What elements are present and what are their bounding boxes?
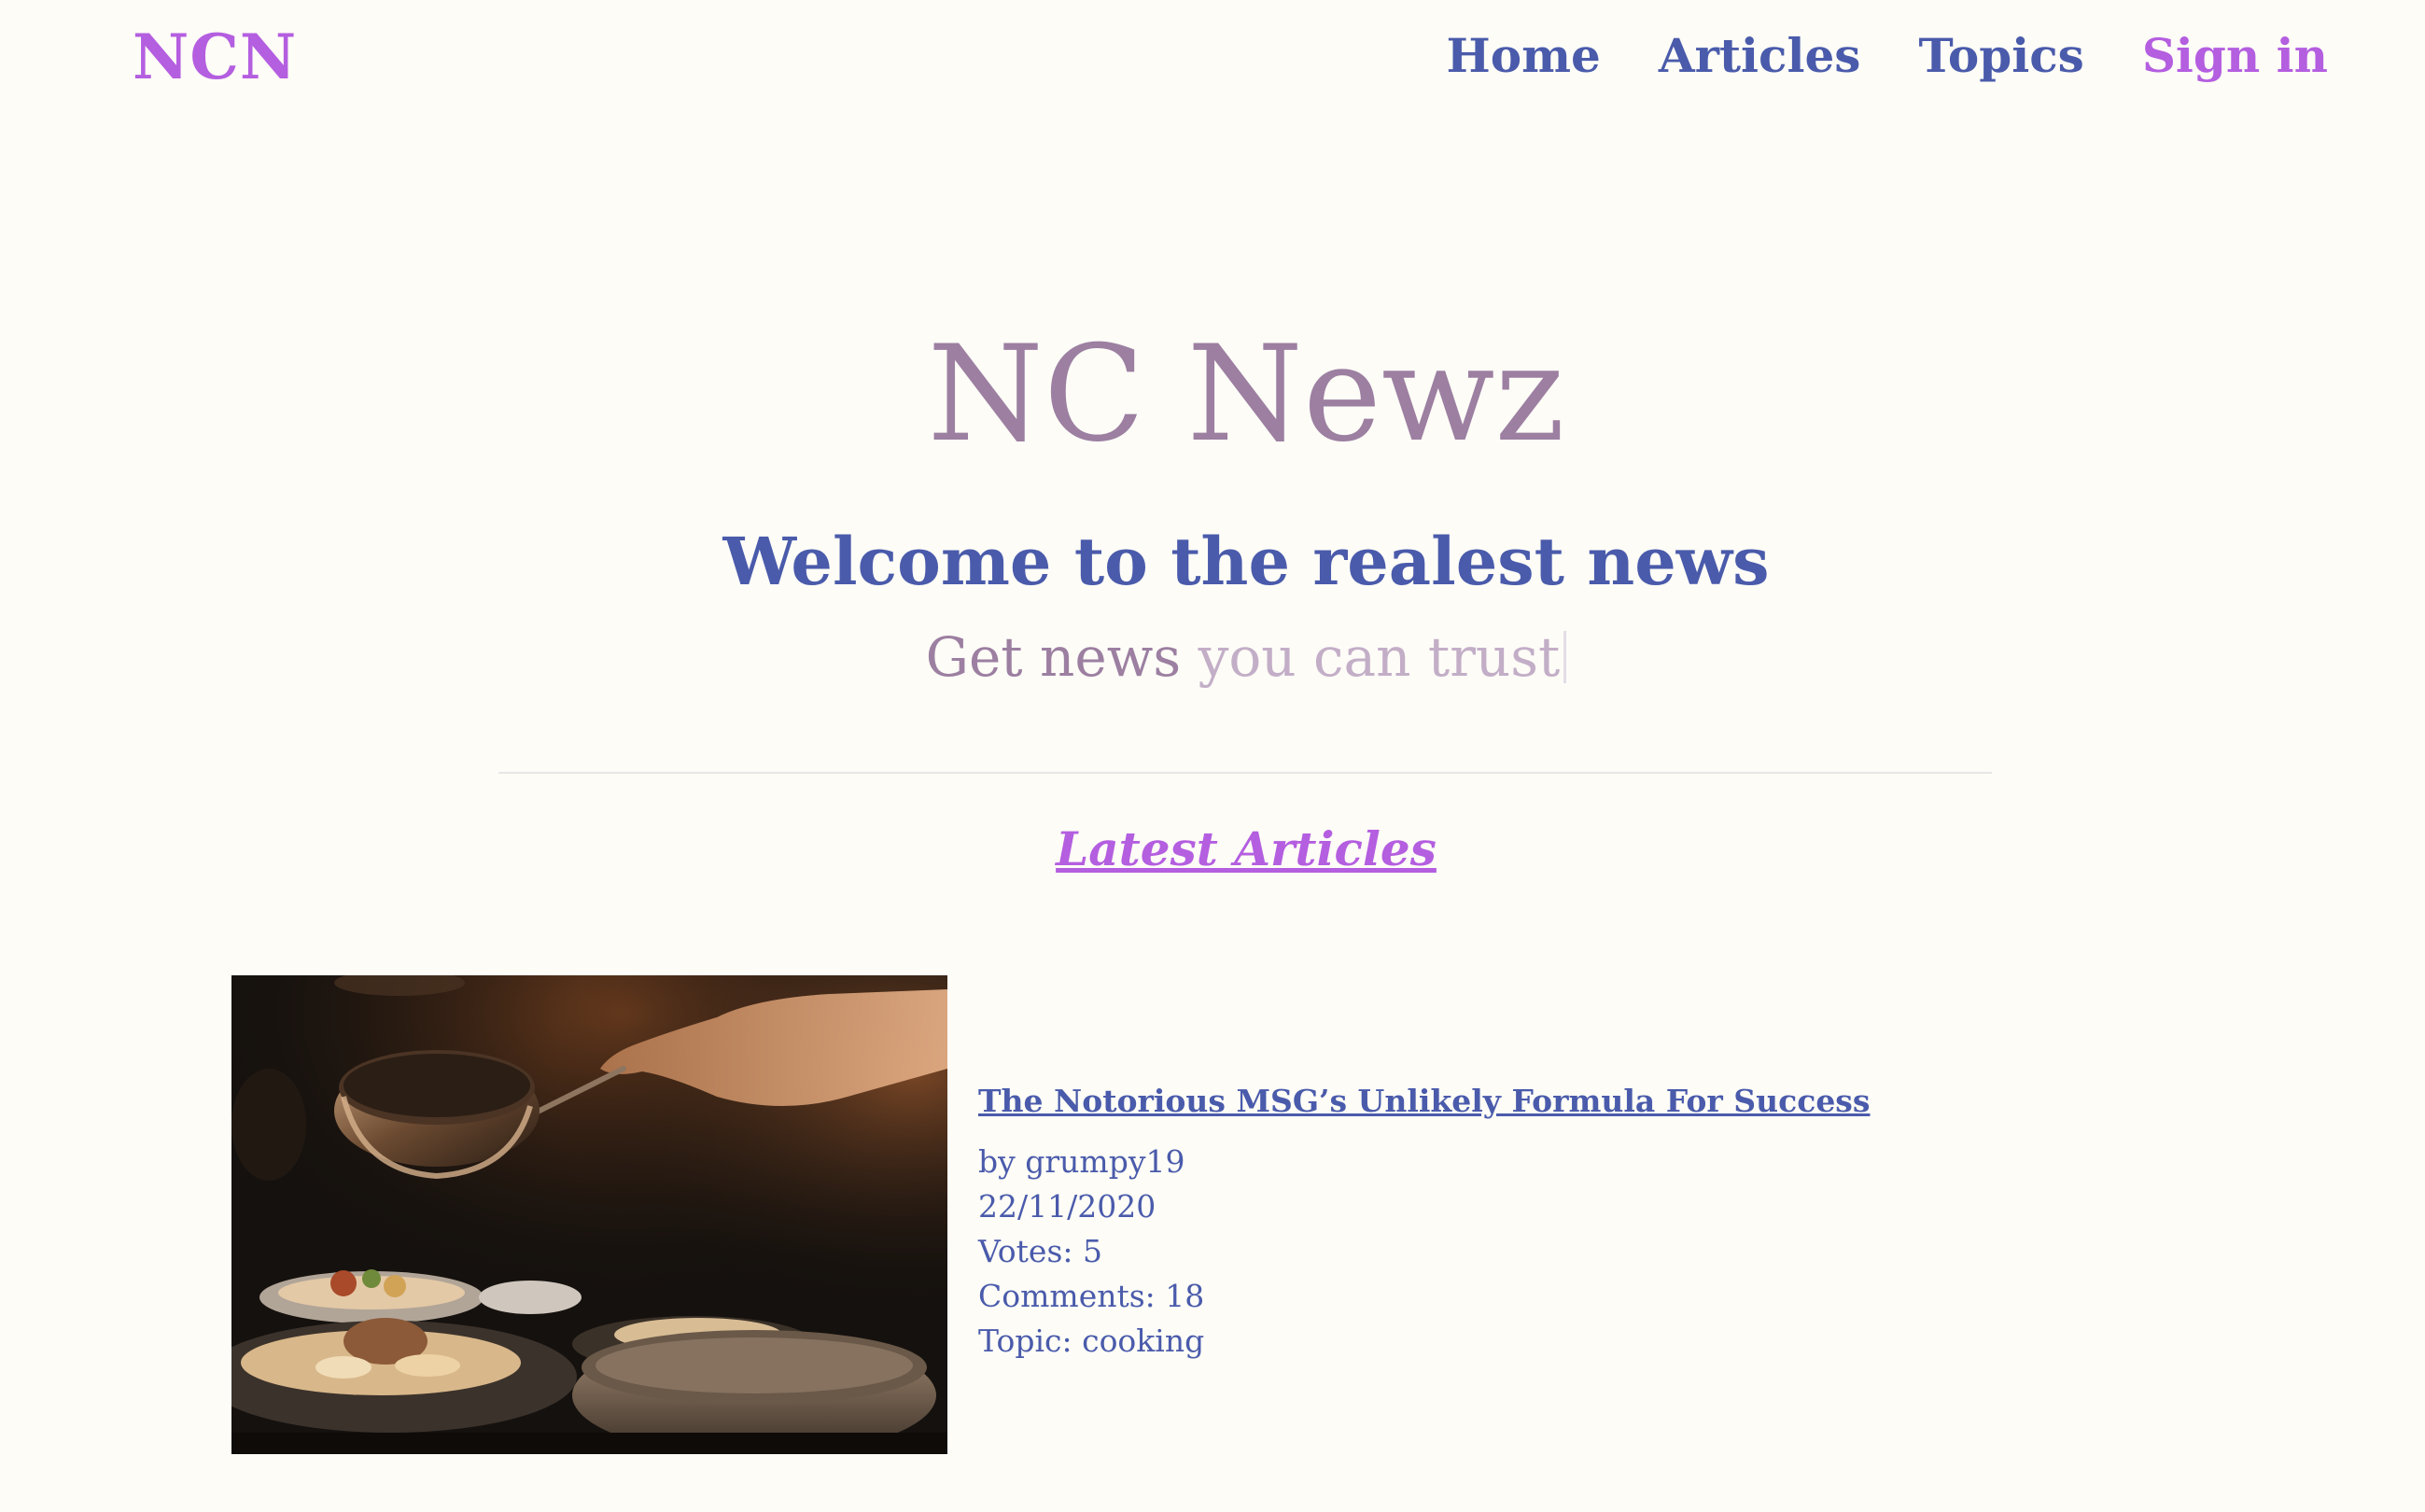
nav-topics-link[interactable]: Topics: [1918, 28, 2083, 83]
top-nav: NCN Home Articles Topics Sign in: [0, 0, 2425, 121]
nav-links: Home Articles Topics Sign in: [1447, 28, 2329, 83]
article-comments: Comments: 18: [978, 1278, 1205, 1314]
brand-logo-link[interactable]: NCN: [133, 21, 297, 93]
article-card: The Notorious MSG’s Unlikely Formula For…: [231, 975, 1912, 1456]
article-topic: Topic: cooking: [978, 1323, 1205, 1359]
typing-caret: [1563, 631, 1567, 683]
article-votes: Votes: 5: [978, 1233, 1102, 1269]
section-divider: [498, 772, 1992, 774]
nav-home-link[interactable]: Home: [1447, 28, 1601, 83]
nav-articles-link[interactable]: Articles: [1659, 28, 1861, 83]
welcome-subtitle: Welcome to the realest news: [722, 523, 1770, 600]
sign-in-link[interactable]: Sign in: [2142, 28, 2328, 83]
tagline-typed-text: you can trust: [1198, 625, 1561, 689]
article-author: by grumpy19: [978, 1143, 1185, 1180]
article-title-link[interactable]: The Notorious MSG’s Unlikely Formula For…: [978, 1083, 1912, 1119]
cooking-photo: [231, 975, 947, 1454]
site-title: NC Newz: [927, 317, 1565, 471]
typed-tagline: Get news you can trust: [0, 625, 2425, 689]
article-details: The Notorious MSG’s Unlikely Formula For…: [978, 1083, 1912, 1364]
article-thumbnail-image[interactable]: [231, 975, 947, 1454]
latest-articles-heading[interactable]: Latest Articles: [0, 821, 2425, 876]
article-date: 22/11/2020: [978, 1188, 1156, 1225]
tagline-start: Get news: [925, 625, 1198, 689]
